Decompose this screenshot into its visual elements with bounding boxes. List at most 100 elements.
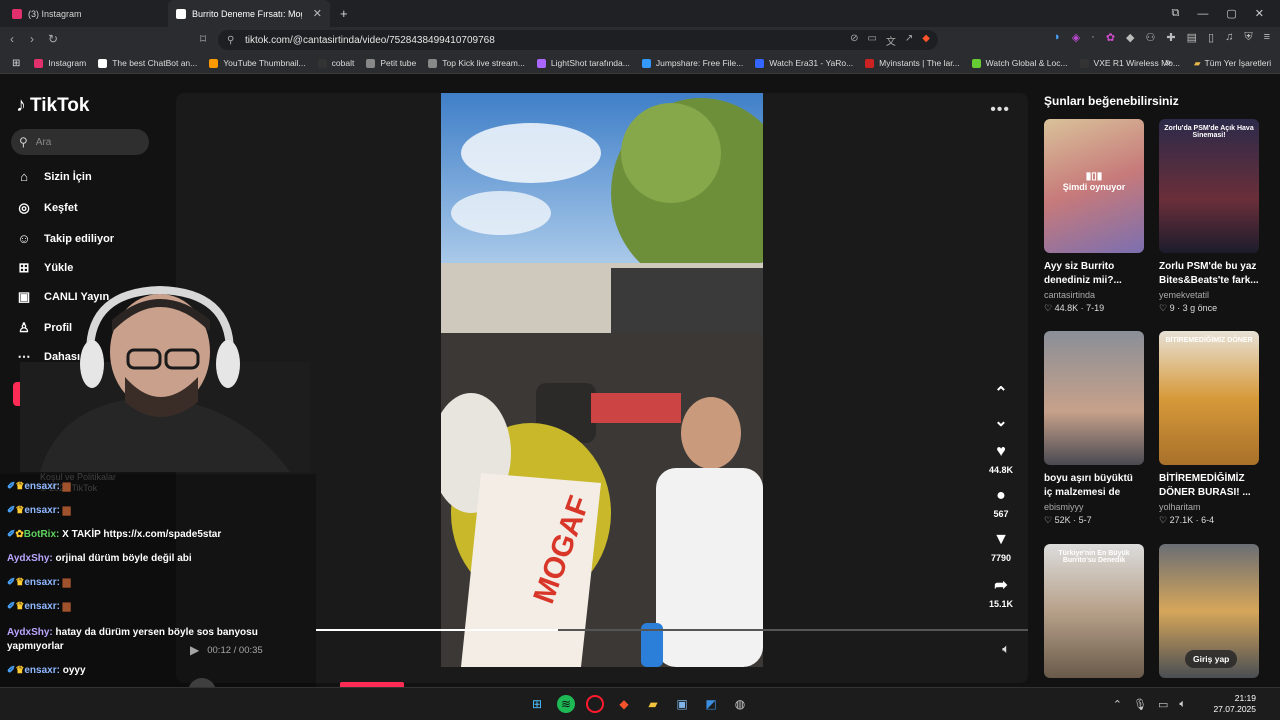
recommended-video-card[interactable]: boyu aşırı büyüktü iç malzemesi de çok..…	[1044, 331, 1144, 526]
address-bar[interactable]: ⚲ tiktok.com/@cantasirtinda/video/752843…	[218, 30, 938, 50]
speaker-icon[interactable]: 🔈︎	[1179, 698, 1186, 711]
app-icon[interactable]: ◩	[702, 695, 720, 713]
video-thumbnail[interactable]	[1044, 331, 1144, 465]
next-video-button[interactable]: ⌄	[984, 411, 1018, 435]
spotify-icon[interactable]: ≋	[557, 695, 575, 713]
tab-tiktok[interactable]: Burrito Deneme Fırsatı: Moga ✕	[168, 0, 330, 27]
bookmark-item[interactable]: Myinstants | The lar...	[865, 58, 960, 68]
sidebar-icon[interactable]: ▯	[1208, 31, 1214, 44]
video-thumbnail[interactable]: ▮▯▮ Şimdi oynuyor	[1044, 119, 1144, 253]
diamond-icon[interactable]: ◆	[1126, 31, 1134, 44]
bookmark-favicon-icon	[641, 58, 651, 68]
card-username[interactable]: cantasirtinda	[1044, 290, 1144, 300]
bookmark-item[interactable]: Petit tube	[366, 58, 416, 68]
share-icon[interactable]: ↗	[905, 33, 913, 48]
bookmark-item[interactable]: The best ChatBot an...	[98, 58, 197, 68]
maximize-button[interactable]: ▢	[1226, 7, 1236, 20]
ext-puzzle-icon[interactable]: ✚	[1166, 31, 1175, 44]
more-options-icon[interactable]: •••	[990, 101, 1010, 119]
opera-icon[interactable]	[586, 695, 604, 713]
translate-icon[interactable]: 文	[886, 33, 896, 48]
card-title[interactable]: boyu aşırı büyüktü iç malzemesi de çok..…	[1044, 472, 1144, 500]
bookmark-item[interactable]: YouTube Thumbnail...	[209, 58, 306, 68]
bookmark-item[interactable]: Instagram	[34, 58, 86, 68]
recommended-video-card[interactable]: ▮▯▮ Şimdi oynuyor Ayy siz Burrito denedini…	[1044, 119, 1144, 314]
bookmark-item[interactable]: Watch Global & Loc...	[971, 58, 1068, 68]
microphone-icon[interactable]: 🎙︎	[1133, 698, 1147, 711]
bookmark-item[interactable]: Top Kick live stream...	[428, 58, 525, 68]
video-thumbnail[interactable]: BİTİREMEDİĞİMİZ DÖNER	[1159, 331, 1259, 465]
windows-start-icon[interactable]: ⊞	[528, 695, 546, 713]
monitor-app-icon[interactable]: ▣	[673, 695, 691, 713]
bookmark-item[interactable]: cobalt	[317, 58, 354, 68]
bookmark-item[interactable]: LightShot tarafında...	[536, 58, 630, 68]
bookmark-item[interactable]: Jumpshare: Free File...	[641, 58, 743, 68]
card-title[interactable]: Ayy siz Burrito denediniz mii?...	[1044, 260, 1144, 288]
logo-text: TikTok	[30, 94, 90, 116]
card-title[interactable]: Zorlu PSM'de bu yaz Bites&Beats'te fark.…	[1159, 260, 1259, 288]
card-username[interactable]: yolharitam	[1159, 502, 1259, 512]
share-button[interactable]: ➦ 15.1K	[984, 575, 1018, 609]
shield-ext-icon[interactable]: ◈	[1072, 31, 1080, 44]
cast-icon[interactable]: ▭	[867, 33, 876, 48]
sidebar-item-0[interactable]: ⌂ Sizin İçin	[16, 169, 92, 184]
bookmark-item[interactable]: Watch Era31 - YaRo...	[755, 58, 853, 68]
apps-icon[interactable]: ⊞	[12, 58, 20, 69]
extensions-icon[interactable]: ⧉	[1172, 7, 1180, 20]
puzzle-icon[interactable]: ✿	[1106, 31, 1115, 44]
like-button[interactable]: ♥ 44.8K	[984, 443, 1018, 475]
menu-icon[interactable]: ≡	[1264, 31, 1270, 44]
sidebar-item-1[interactable]: ◎ Keşfet	[16, 200, 77, 216]
extension-icon[interactable]: ·	[1091, 31, 1095, 44]
all-bookmarks-folder[interactable]: ▰ Tüm Yer İşaretleri	[1194, 58, 1271, 69]
minimize-button[interactable]: —	[1197, 8, 1208, 20]
network-icon[interactable]: ▭	[1158, 698, 1168, 711]
no-script-icon[interactable]: ⊘	[850, 33, 858, 48]
music-icon[interactable]: ♫	[1225, 31, 1233, 44]
reload-icon[interactable]: ↻	[48, 32, 58, 46]
file-explorer-icon[interactable]: ▰	[644, 695, 662, 713]
chat-text: oyyy	[62, 665, 86, 676]
tab-instagram[interactable]: (3) Instagram	[4, 0, 168, 27]
close-window-button[interactable]: ✕	[1255, 7, 1264, 20]
bookmark-favicon-icon	[209, 58, 219, 68]
comment-button[interactable]: ● 567	[984, 487, 1018, 519]
chat-text: orjinal dürüm böyle değil abi	[55, 553, 192, 564]
sidebar-item-2[interactable]: ☺ Takip ediliyor	[16, 231, 114, 246]
recommended-video-card[interactable]: Türkiye'nin En Büyük Burrito'su Denedik	[1044, 544, 1144, 678]
forward-icon[interactable]: ›	[30, 32, 34, 46]
recommended-video-card[interactable]: Giriş yap	[1159, 544, 1259, 678]
gamepad-icon[interactable]: ⚇	[1146, 31, 1156, 44]
wallet-icon[interactable]: ▤	[1187, 31, 1197, 44]
progress-bar[interactable]	[316, 629, 1028, 631]
new-tab-button[interactable]: +	[332, 0, 356, 27]
bookmark-icon[interactable]: ⌑	[200, 32, 206, 46]
card-username[interactable]: yemekvetatil	[1159, 290, 1259, 300]
video-thumbnail[interactable]: Zorlu'da PSM'de Açık Hava Sinemasi!	[1159, 119, 1259, 253]
sidebar-item-3[interactable]: ⊞ Yükle	[16, 260, 74, 276]
tiktok-logo[interactable]: ♪ TikTok	[16, 94, 89, 117]
card-username[interactable]: ebismiyyy	[1044, 502, 1144, 512]
recommended-video-card[interactable]: Zorlu'da PSM'de Açık Hava Sinemasi! Zorlu…	[1159, 119, 1259, 314]
video-thumbnail[interactable]: Giriş yap	[1159, 544, 1259, 678]
back-icon[interactable]: ‹	[10, 32, 14, 46]
card-title[interactable]: BİTİREMEDİĞİMİZ DÖNER BURASI! ...	[1159, 472, 1259, 500]
close-tab-icon[interactable]: ✕	[313, 7, 322, 20]
save-button[interactable]: ▼ 7790	[984, 531, 1018, 563]
shield-icon[interactable]: ⛨	[1244, 31, 1252, 44]
prev-video-button[interactable]: ⌃	[984, 383, 1018, 407]
video-frame[interactable]: MOGAF	[441, 93, 763, 667]
site-info-icon[interactable]: ⚲	[227, 35, 234, 46]
clock[interactable]: 21:19 27.07.2025	[1213, 693, 1256, 715]
brave-shield-icon[interactable]: ◆	[922, 33, 930, 48]
video-thumbnail[interactable]: Türkiye'nin En Büyük Burrito'su Denedik	[1044, 544, 1144, 678]
login-button[interactable]: Giriş yap	[1185, 650, 1238, 668]
steam-icon[interactable]: ◍	[731, 695, 749, 713]
volume-icon[interactable]: 🔈︎	[1002, 641, 1010, 657]
brave-icon[interactable]: ◆	[615, 695, 633, 713]
bookmarks-more-button[interactable]: »	[1165, 57, 1171, 69]
vpn-icon[interactable]: ◗	[1054, 31, 1061, 44]
search-input[interactable]: ⚲ Ara	[11, 129, 149, 155]
recommended-video-card[interactable]: BİTİREMEDİĞİMİZ DÖNER BİTİREMEDİĞİMİZ DÖN…	[1159, 331, 1259, 526]
tray-expand-icon[interactable]: ⌃	[1113, 698, 1122, 711]
